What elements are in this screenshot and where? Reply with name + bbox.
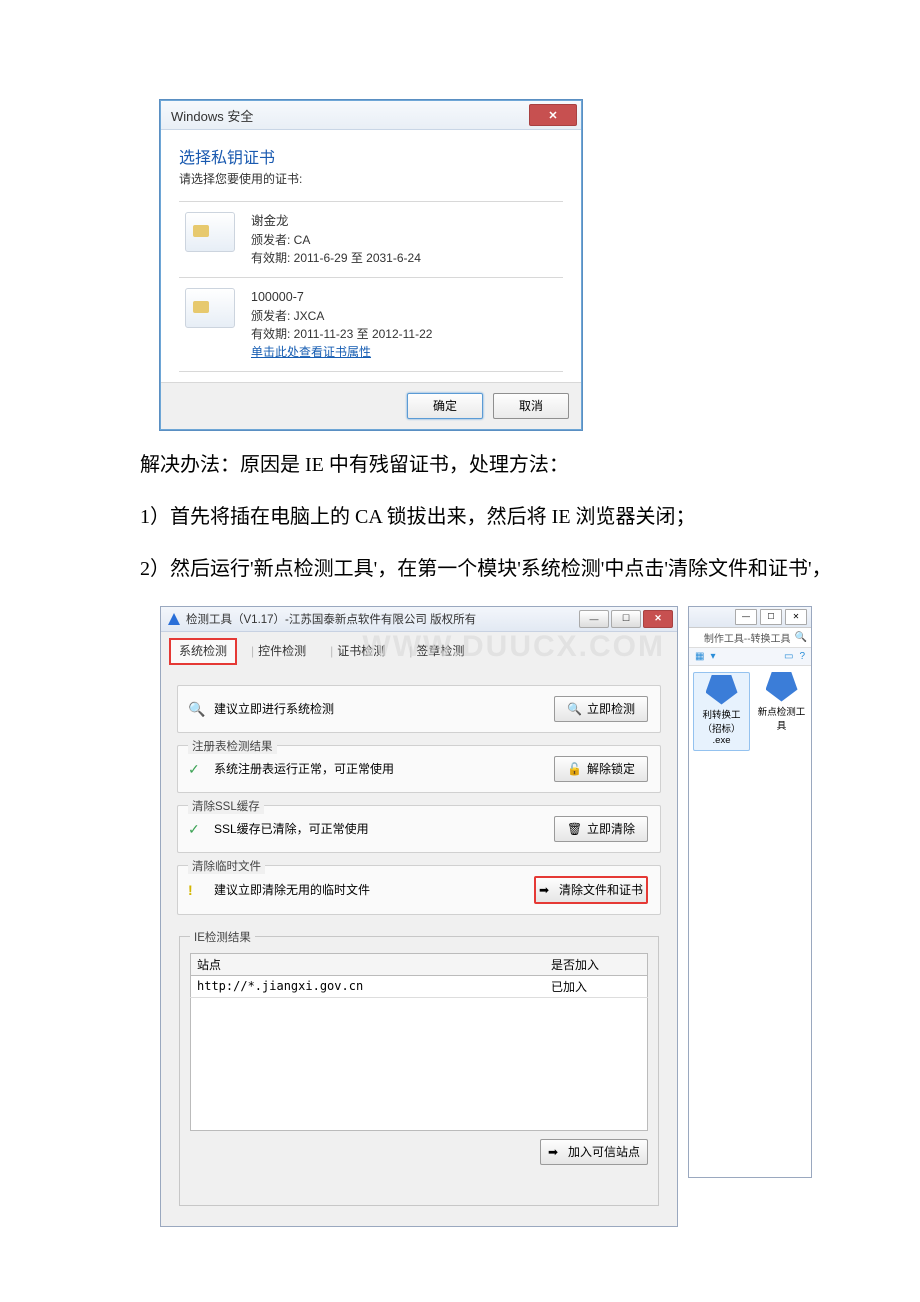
close-button[interactable]: ✕ bbox=[785, 609, 807, 625]
file-icon bbox=[766, 672, 798, 702]
clear-now-button[interactable]: 🗑 立即清除 bbox=[554, 816, 648, 842]
explorer-titlebar: — ☐ ✕ bbox=[689, 607, 811, 628]
dialog-footer: 确定 取消 bbox=[161, 382, 581, 429]
col-added: 是否加入 bbox=[545, 953, 648, 975]
chevron-down-icon[interactable]: ▾ bbox=[710, 651, 715, 662]
minimize-button[interactable]: — bbox=[579, 610, 609, 628]
paragraph: 解决办法：原因是 IE 中有残留证书，处理方法： bbox=[100, 448, 860, 482]
tool-tabs: WWW.DUUCX.COM 系统检测 |控件检测 |证书检测 |签章检测 bbox=[161, 632, 677, 665]
col-site: 站点 bbox=[191, 953, 546, 975]
cert-name: 谢金龙 bbox=[251, 212, 421, 231]
ok-button[interactable]: 确定 bbox=[407, 393, 483, 419]
temp-text: 建议立即清除无用的临时文件 bbox=[214, 881, 370, 898]
paragraph: 2）然后运行'新点检测工具'，在第一个模块'系统检测'中点击'清除文件和证书'， bbox=[60, 552, 860, 586]
ie-legend: IE检测结果 bbox=[190, 929, 255, 945]
close-button[interactable]: ✕ bbox=[529, 104, 577, 126]
window-controls: — ☐ ✕ bbox=[579, 610, 673, 628]
system-check-text: 建议立即进行系统检测 bbox=[214, 700, 334, 717]
ie-result-group: IE检测结果 站点 是否加入 http://*.jiangxi.gov.cn 已… bbox=[179, 929, 659, 1206]
certificate-item[interactable]: 谢金龙 颁发者: CA 有效期: 2011-6-29 至 2031-6-24 bbox=[179, 202, 563, 278]
cert-issuer: 颁发者: JXCA bbox=[251, 307, 432, 325]
system-check-row: 建议立即进行系统检测 🔍 立即检测 bbox=[177, 685, 661, 733]
file-label: 新点检测工 bbox=[756, 704, 807, 718]
certificate-item[interactable]: 100000-7 颁发者: JXCA 有效期: 2011-11-23 至 201… bbox=[179, 278, 563, 372]
file-label: 具 bbox=[756, 718, 807, 732]
certificate-icon bbox=[185, 288, 235, 328]
maximize-button[interactable]: ☐ bbox=[611, 610, 641, 628]
table-row[interactable]: http://*.jiangxi.gov.cn 已加入 bbox=[191, 975, 648, 997]
file-label: 利转换工 bbox=[696, 707, 747, 721]
warning-icon bbox=[188, 882, 204, 898]
registry-result-row: 注册表检测结果 系统注册表运行正常，可正常使用 🔓 解除锁定 bbox=[177, 745, 661, 793]
unlock-button[interactable]: 🔓 解除锁定 bbox=[554, 756, 648, 782]
check-icon bbox=[188, 821, 204, 837]
cert-name: 100000-7 bbox=[251, 288, 432, 307]
dialog-subheading: 请选择您要使用的证书: bbox=[179, 170, 563, 187]
cert-validity: 有效期: 2011-11-23 至 2012-11-22 bbox=[251, 325, 432, 343]
registry-legend: 注册表检测结果 bbox=[188, 738, 277, 754]
minimize-button[interactable]: — bbox=[735, 609, 757, 625]
site-cell: http://*.jiangxi.gov.cn bbox=[191, 975, 546, 997]
add-trusted-site-button[interactable]: ➡ 加入可信站点 bbox=[540, 1139, 648, 1165]
close-button[interactable]: ✕ bbox=[643, 610, 673, 628]
explorer-toolbar: ▦ ▾ ▭ ? bbox=[689, 648, 811, 666]
certificate-list: 谢金龙 颁发者: CA 有效期: 2011-6-29 至 2031-6-24 1… bbox=[179, 201, 563, 372]
dialog-titlebar: Windows 安全 ✕ bbox=[161, 101, 581, 130]
search-icon[interactable]: 🔍 bbox=[795, 632, 807, 643]
arrow-right-icon: ➡ bbox=[548, 1145, 562, 1159]
ssl-legend: 清除SSL缓存 bbox=[188, 798, 264, 814]
explorer-window: — ☐ ✕ 制作工具--转换工具 🔍 ▦ ▾ ▭ ? 利转换工 （招标） bbox=[688, 606, 812, 1178]
ssl-clear-row: 清除SSL缓存 SSL缓存已清除，可正常使用 🗑 立即清除 bbox=[177, 805, 661, 853]
explorer-addressbar[interactable]: 制作工具--转换工具 🔍 bbox=[689, 628, 811, 648]
file-icon bbox=[706, 675, 738, 705]
dialog-title: Windows 安全 bbox=[171, 106, 253, 125]
tool-title: 检测工具（V1.17）-江苏国泰新点软件有限公司 版权所有 bbox=[186, 611, 476, 627]
windows-security-dialog: Windows 安全 ✕ 选择私钥证书 请选择您要使用的证书: 谢金龙 颁发者:… bbox=[160, 100, 582, 430]
clear-files-cert-button[interactable]: ➡ 清除文件和证书 bbox=[534, 876, 648, 904]
file-label: .exe bbox=[696, 735, 747, 746]
certificate-icon bbox=[185, 212, 235, 252]
cert-issuer: 颁发者: CA bbox=[251, 231, 421, 249]
cert-validity: 有效期: 2011-6-29 至 2031-6-24 bbox=[251, 249, 421, 267]
detect-now-button[interactable]: 🔍 立即检测 bbox=[554, 696, 648, 722]
magnifier-icon: 🔍 bbox=[567, 702, 581, 716]
magnifier-icon bbox=[188, 701, 204, 717]
cert-properties-link[interactable]: 单击此处查看证书属性 bbox=[251, 343, 432, 361]
tab-control-check[interactable]: |控件检测 bbox=[237, 638, 316, 665]
registry-text: 系统注册表运行正常，可正常使用 bbox=[214, 760, 394, 777]
tool-titlebar: 检测工具（V1.17）-江苏国泰新点软件有限公司 版权所有 — ☐ ✕ bbox=[161, 607, 677, 632]
ie-sites-table: 站点 是否加入 http://*.jiangxi.gov.cn 已加入 bbox=[190, 953, 648, 1131]
tab-cert-check[interactable]: |证书检测 bbox=[316, 638, 395, 665]
lock-icon: 🔓 bbox=[567, 762, 581, 776]
temp-legend: 清除临时文件 bbox=[188, 858, 265, 874]
trash-icon: 🗑 bbox=[567, 822, 581, 836]
explorer-view: 利转换工 （招标） .exe 新点检测工 具 bbox=[689, 666, 811, 757]
ssl-text: SSL缓存已清除，可正常使用 bbox=[214, 820, 369, 837]
added-cell: 已加入 bbox=[545, 975, 648, 997]
file-item[interactable]: 新点检测工 具 bbox=[756, 672, 807, 751]
tab-sign-check[interactable]: |签章检测 bbox=[395, 638, 474, 665]
help-icon[interactable]: ? bbox=[799, 651, 805, 662]
view-icon[interactable]: ▦ bbox=[695, 651, 704, 662]
app-icon bbox=[167, 612, 181, 626]
arrow-right-icon: ➡ bbox=[539, 883, 553, 897]
paragraph: 1）首先将插在电脑上的 CA 锁拔出来，然后将 IE 浏览器关闭； bbox=[100, 500, 860, 534]
temp-clear-row: 清除临时文件 建议立即清除无用的临时文件 ➡ 清除文件和证书 bbox=[177, 865, 661, 915]
detection-tool-window: 检测工具（V1.17）-江苏国泰新点软件有限公司 版权所有 — ☐ ✕ WWW.… bbox=[160, 606, 678, 1227]
dialog-heading: 选择私钥证书 bbox=[179, 144, 563, 168]
file-item[interactable]: 利转换工 （招标） .exe bbox=[693, 672, 750, 751]
tab-system-check[interactable]: 系统检测 bbox=[169, 638, 237, 665]
check-icon bbox=[188, 761, 204, 777]
cancel-button[interactable]: 取消 bbox=[493, 393, 569, 419]
close-icon: ✕ bbox=[548, 109, 557, 122]
preview-icon[interactable]: ▭ bbox=[784, 651, 793, 662]
maximize-button[interactable]: ☐ bbox=[760, 609, 782, 625]
file-label: （招标） bbox=[696, 721, 747, 735]
